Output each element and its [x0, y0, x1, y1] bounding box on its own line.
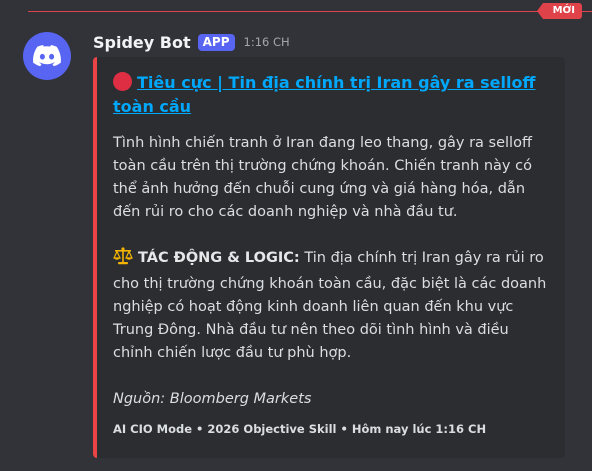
embed-summary: Tình hình chiến tranh ở Iran đang leo th…: [113, 135, 532, 220]
avatar[interactable]: [23, 32, 71, 80]
message-embed: Tiêu cực | Tin địa chính trị Iran gây ra…: [93, 57, 565, 458]
new-messages-divider: [28, 11, 592, 12]
author-name[interactable]: Spidey Bot: [93, 33, 191, 52]
embed-footer: AI CIO Mode • 2026 Objective Skill • Hôm…: [113, 422, 487, 436]
embed-source: Nguồn: Bloomberg Markets: [113, 391, 312, 407]
embed-impact: TÁC ĐỘNG & LOGIC: Tin địa chính trị Iran…: [113, 247, 551, 365]
new-messages-badge: MỚI: [536, 3, 582, 19]
impact-text: Tin địa chính trị Iran gây ra rủi ro cho…: [113, 250, 547, 361]
embed-description: Tình hình chiến tranh ở Iran đang leo th…: [113, 132, 551, 411]
embed-title-text: Tiêu cực | Tin địa chính trị Iran gây ra…: [113, 73, 536, 116]
embed-accent-bar: [93, 57, 97, 458]
embed-title-link[interactable]: Tiêu cực | Tin địa chính trị Iran gây ra…: [113, 71, 551, 119]
red-circle-icon: [113, 72, 132, 91]
message-timestamp[interactable]: 1:16 CH: [244, 35, 290, 49]
impact-label: TÁC ĐỘNG & LOGIC:: [138, 250, 300, 266]
balance-scale-icon: [113, 247, 133, 273]
app-tag: APP: [197, 33, 235, 51]
discord-logo-icon: [33, 45, 61, 67]
message-header: Spidey Bot APP 1:16 CH: [93, 31, 290, 53]
chat-message-area: MỚI Spidey Bot APP 1:16 CH Tiêu cực | Ti…: [0, 0, 592, 471]
